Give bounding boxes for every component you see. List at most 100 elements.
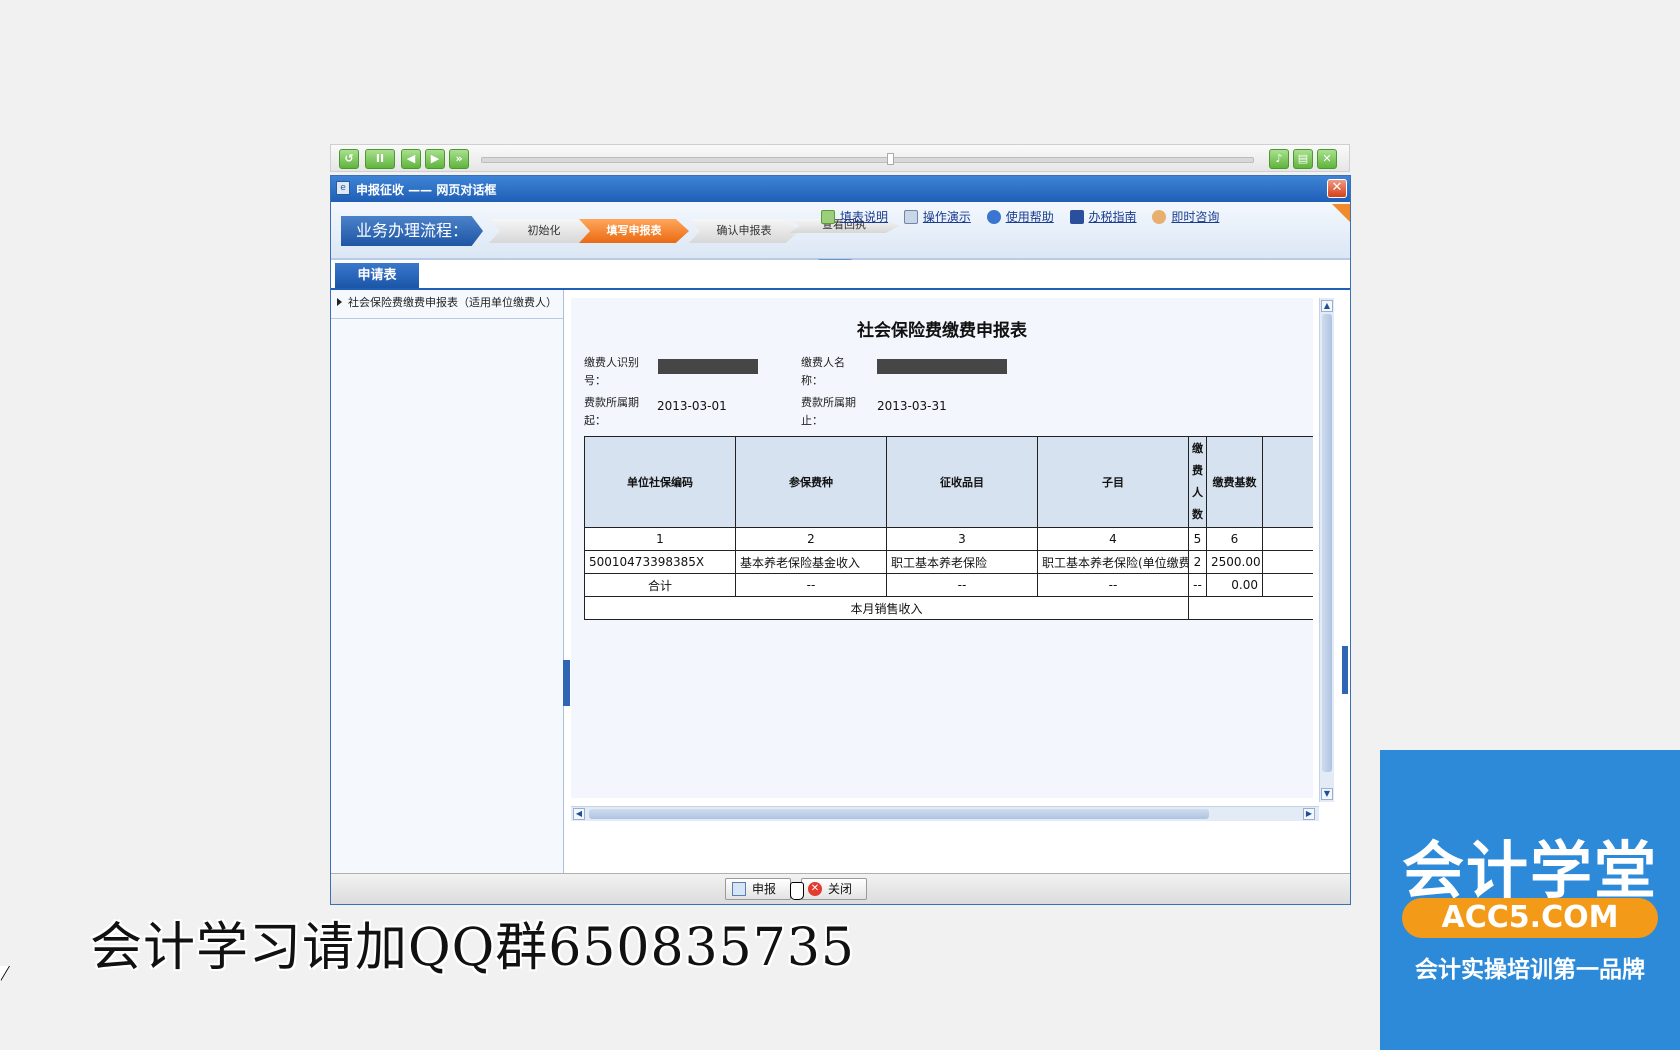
fill-guide-icon bbox=[821, 210, 835, 224]
table-header-row: 单位社保编码 参保费种 征收品目 子目 缴费人数 缴费基数 bbox=[584, 436, 1313, 528]
header-overflow bbox=[1262, 436, 1313, 528]
col-number: 5 bbox=[1188, 527, 1207, 551]
col-number: 4 bbox=[1037, 527, 1189, 551]
hand-cursor-icon bbox=[790, 882, 804, 900]
col-overflow bbox=[1262, 527, 1313, 551]
help-link-consult[interactable]: 即时咨询 bbox=[1152, 208, 1219, 225]
right-splitter-handle[interactable] bbox=[1342, 646, 1348, 694]
form-title: 社会保险费缴费申报表 bbox=[857, 321, 1027, 341]
declaration-dialog: e 申报征收 —— 网页对话框 ✕ 业务办理流程： 初始化 填写申报表 确认申报… bbox=[330, 175, 1351, 905]
cell-contribution-base[interactable]: 2500.00 bbox=[1206, 550, 1263, 574]
dialog-close-button[interactable]: ✕ bbox=[1327, 179, 1347, 198]
prev-icon[interactable]: ◀ bbox=[401, 149, 421, 169]
col-number: 6 bbox=[1206, 527, 1263, 551]
form-tree-panel: 社会保险费缴费申报表（适用单位缴费人） bbox=[331, 290, 564, 874]
help-link-fill-guide[interactable]: 填表说明 bbox=[821, 208, 888, 225]
replay-icon[interactable]: ↺ bbox=[339, 149, 359, 169]
submit-icon bbox=[732, 882, 746, 896]
business-flow: 业务办理流程： 初始化 填写申报表 确认申报表 查看回执 填表说明 操作演示 使… bbox=[331, 202, 1350, 265]
period-end-label: 费款所属期止： bbox=[801, 396, 856, 427]
volume-icon[interactable]: ♪ bbox=[1269, 149, 1289, 169]
col-number: 1 bbox=[584, 527, 736, 551]
total-overflow bbox=[1262, 573, 1313, 597]
tab-application-form[interactable]: 申请表 bbox=[335, 263, 419, 288]
demo-icon bbox=[903, 210, 918, 224]
payer-id-label: 缴费人识别号： bbox=[584, 356, 639, 387]
period-end-value: 2013-03-31 bbox=[877, 399, 947, 413]
cell-unit-code[interactable]: 50010473398385X bbox=[584, 550, 736, 574]
vertical-scroll-thumb[interactable] bbox=[1322, 314, 1332, 772]
header-sub-item: 子目 bbox=[1037, 436, 1189, 528]
tree-item-social-insurance-form[interactable]: 社会保险费缴费申报表（适用单位缴费人） bbox=[331, 290, 563, 319]
sales-income-label: 本月销售收入 bbox=[584, 596, 1189, 620]
cell-collection-item[interactable]: 职工基本养老保险 bbox=[886, 550, 1038, 574]
cell-overflow bbox=[1262, 550, 1313, 574]
close-circle-icon: ✕ bbox=[808, 882, 822, 896]
scroll-up-icon[interactable]: ▲ bbox=[1321, 300, 1333, 312]
cell-insurance-type[interactable]: 基本养老保险基金收入 bbox=[735, 550, 887, 574]
total-contribution-base: 0.00 bbox=[1206, 573, 1263, 597]
sales-income-input[interactable] bbox=[1188, 596, 1313, 620]
next-icon[interactable]: ▶ bbox=[425, 149, 445, 169]
dialog-footer: 申报 ✕ 关闭 bbox=[331, 873, 1350, 904]
brand-logo-panel: 会计学堂 ACC5.COM 会计实操培训第一品牌 bbox=[1380, 750, 1680, 1050]
total-insurance-type: -- bbox=[735, 573, 887, 597]
vertical-scrollbar[interactable]: ▲ ▼ bbox=[1319, 298, 1334, 802]
total-sub-item: -- bbox=[1037, 573, 1189, 597]
scroll-left-icon[interactable]: ◀ bbox=[573, 808, 585, 820]
ie-icon: e bbox=[336, 181, 350, 195]
header-unit-code: 单位社保编码 bbox=[584, 436, 736, 528]
close-icon[interactable]: ✕ bbox=[1317, 149, 1337, 169]
seek-knob[interactable] bbox=[887, 153, 894, 165]
help-link-usage[interactable]: 使用帮助 bbox=[986, 208, 1054, 225]
seek-bar[interactable] bbox=[481, 153, 1254, 165]
total-label: 合计 bbox=[584, 573, 736, 597]
header-collection-item: 征收品目 bbox=[886, 436, 1038, 528]
payer-name-field[interactable] bbox=[877, 359, 1007, 374]
col-number: 2 bbox=[735, 527, 887, 551]
help-link-demo[interactable]: 操作演示 bbox=[903, 208, 971, 225]
brand-domain: ACC5.COM bbox=[1402, 898, 1658, 938]
save-icon[interactable]: ▤ bbox=[1293, 149, 1313, 169]
brand-name: 会计学堂 bbox=[1401, 834, 1658, 907]
table-row: 50010473398385X 基本养老保险基金收入 职工基本养老保险 职工基本… bbox=[584, 550, 1313, 574]
payer-name-label: 缴费人名称： bbox=[801, 356, 845, 387]
corner-flag-icon bbox=[1332, 204, 1350, 222]
header-contribution-base: 缴费基数 bbox=[1206, 436, 1263, 528]
step-fill-form[interactable]: 填写申报表 bbox=[579, 219, 689, 243]
table-total-row: 合计 -- -- -- -- 0.00 bbox=[584, 573, 1313, 597]
col-number: 3 bbox=[886, 527, 1038, 551]
left-splitter-handle[interactable] bbox=[563, 660, 570, 706]
period-start-label: 费款所属期起： bbox=[584, 396, 639, 427]
cell-sub-item[interactable]: 职工基本养老保险(单位缴费) bbox=[1037, 550, 1189, 574]
qq-group-caption: 会计学习请加QQ群650835735 bbox=[90, 918, 856, 978]
horizontal-scrollbar[interactable]: ◀ ▶ bbox=[571, 806, 1319, 821]
header-insurance-type: 参保费种 bbox=[735, 436, 887, 528]
close-button[interactable]: ✕ 关闭 bbox=[801, 878, 867, 900]
flow-label: 业务办理流程： bbox=[341, 216, 483, 246]
help-link-tax-guide[interactable]: 办税指南 bbox=[1069, 208, 1137, 225]
tab-bar: 申请表 bbox=[331, 260, 1350, 290]
header-payer-count: 缴费人数 bbox=[1188, 436, 1207, 528]
payer-id-field[interactable] bbox=[658, 359, 758, 374]
question-icon bbox=[986, 210, 1001, 224]
media-toolbar: ↺ II ◀ ▶ » ♪ ▤ ✕ bbox=[330, 144, 1350, 172]
dialog-title: 申报征收 —— 网页对话框 bbox=[356, 183, 497, 197]
user-chat-icon bbox=[1152, 210, 1167, 224]
tree-arrow-icon bbox=[337, 298, 342, 306]
submit-button[interactable]: 申报 bbox=[725, 878, 791, 900]
mouse-pointer-icon bbox=[0, 966, 9, 981]
period-start-value: 2013-03-01 bbox=[657, 399, 727, 413]
sales-income-row: 本月销售收入 bbox=[584, 596, 1313, 620]
contribution-table: 单位社保编码 参保费种 征收品目 子目 缴费人数 缴费基数 1 2 3 4 5 … bbox=[584, 436, 1313, 620]
brand-slogan: 会计实操培训第一品牌 bbox=[1415, 957, 1645, 983]
form-content: 社会保险费缴费申报表 缴费人识别号： 缴费人名称： 费款所属期起： 2013-0… bbox=[571, 298, 1313, 798]
cell-payer-count[interactable]: 2 bbox=[1188, 550, 1207, 574]
horizontal-scroll-thumb[interactable] bbox=[589, 809, 1209, 819]
total-payer-count: -- bbox=[1188, 573, 1207, 597]
pause-icon[interactable]: II bbox=[365, 149, 395, 169]
step-confirm-form[interactable]: 确认申报表 bbox=[689, 219, 799, 243]
scroll-right-icon[interactable]: ▶ bbox=[1303, 808, 1315, 820]
scroll-down-icon[interactable]: ▼ bbox=[1321, 788, 1333, 800]
fast-forward-icon[interactable]: » bbox=[449, 149, 469, 169]
